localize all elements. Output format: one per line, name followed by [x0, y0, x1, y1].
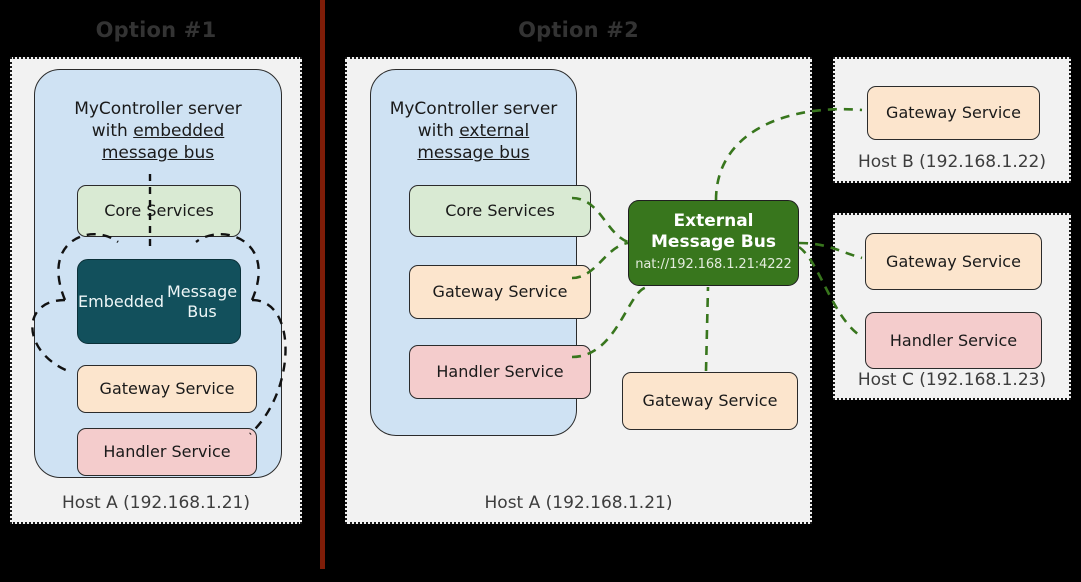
- option1-host-a-panel: MyController server with embedded messag…: [10, 57, 302, 524]
- option1-embedded-bus-line1: Embedded: [78, 291, 165, 311]
- option2-server-title-line1: MyController server: [389, 99, 558, 119]
- option1-embedded-bus-line2: Message Bus: [166, 281, 238, 321]
- option1-node-handler-service[interactable]: Handler Service: [77, 428, 257, 476]
- external-bus-address: nat://192.168.1.21:4222: [635, 257, 792, 272]
- diagram-canvas: Option #1 Option #2 MyController server …: [0, 0, 1081, 582]
- host-c-panel: Gateway Service Handler Service Host C (…: [833, 213, 1071, 400]
- option1-server-title-line1: MyController server: [74, 99, 242, 119]
- option2-host-a-label: Host A (192.168.1.21): [484, 493, 673, 513]
- option1-host-a-label: Host A (192.168.1.21): [62, 493, 250, 513]
- host-c-node-gateway-service[interactable]: Gateway Service: [865, 233, 1042, 290]
- option2-server-title-line2-prefix: with: [417, 121, 460, 141]
- option2-node-standalone-gateway-service[interactable]: Gateway Service: [622, 372, 798, 430]
- external-bus-line2: Message Bus: [651, 232, 776, 252]
- option1-server-container: MyController server with embedded messag…: [34, 69, 282, 478]
- option2-server-title-line2-underline: external: [459, 121, 530, 141]
- option2-node-core-services[interactable]: Core Services: [409, 185, 591, 237]
- option2-server-title: MyController server with external messag…: [371, 98, 576, 164]
- option2-server-container: MyController server with external messag…: [370, 69, 591, 436]
- option1-server-title-line2-underline: embedded: [133, 121, 225, 141]
- option2-title: Option #2: [518, 18, 639, 42]
- option1-server-title-line3-underline: message bus: [101, 143, 215, 163]
- external-bus-line1: External: [673, 211, 754, 231]
- host-c-node-handler-service[interactable]: Handler Service: [865, 312, 1042, 369]
- host-b-panel: Gateway Service Host B (192.168.1.22): [833, 57, 1071, 183]
- external-message-bus-node[interactable]: External Message Bus nat://192.168.1.21:…: [628, 200, 799, 286]
- option1-server-title: MyController server with embedded messag…: [35, 98, 281, 164]
- option2-node-handler-service[interactable]: Handler Service: [409, 345, 591, 399]
- option2-server-title-line3-underline: message bus: [417, 143, 530, 163]
- option2-host-a-panel: MyController server with external messag…: [345, 57, 812, 524]
- option1-node-embedded-message-bus[interactable]: Embedded Message Bus: [77, 259, 241, 344]
- option2-node-gateway-service[interactable]: Gateway Service: [409, 265, 591, 319]
- option1-title: Option #1: [95, 18, 217, 42]
- option1-server-title-line2-prefix: with: [91, 121, 134, 141]
- option1-node-core-services[interactable]: Core Services: [77, 185, 241, 237]
- option1-node-gateway-service[interactable]: Gateway Service: [77, 365, 257, 413]
- host-b-node-gateway-service[interactable]: Gateway Service: [867, 86, 1040, 140]
- host-c-label: Host C (192.168.1.23): [857, 370, 1047, 390]
- section-divider: [320, 0, 325, 569]
- host-b-label: Host B (192.168.1.22): [858, 152, 1046, 172]
